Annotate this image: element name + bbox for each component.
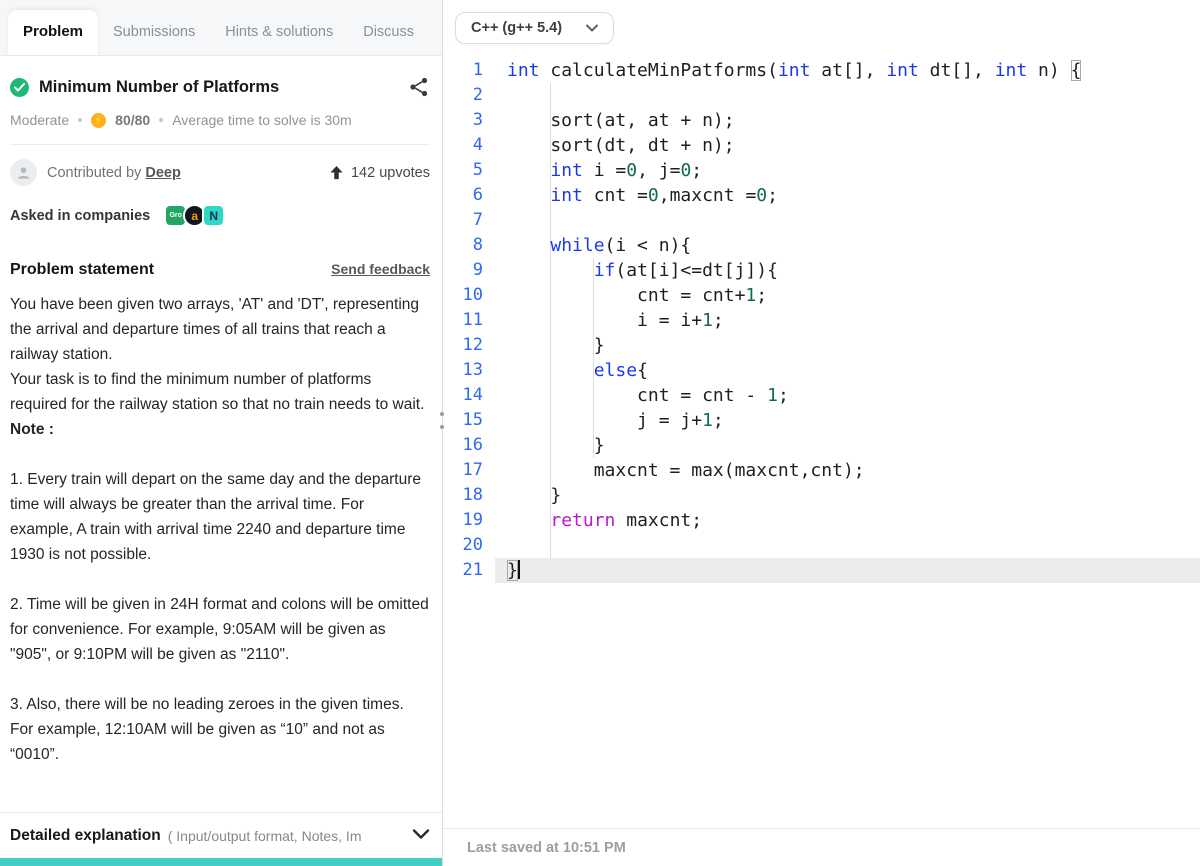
upvote-arrow-icon xyxy=(330,165,343,180)
meta-row: Moderate ⚡ 80/80 Average time to solve i… xyxy=(10,112,430,128)
code-editor[interactable]: 1 int calculateMinPatforms(int at[], int … xyxy=(443,56,1200,828)
difficulty-label: Moderate xyxy=(10,112,70,128)
code-line[interactable]: 7 xyxy=(443,208,1200,233)
statement-paragraph: 3. Also, there will be no leading zeroes… xyxy=(10,696,404,763)
tab-submissions[interactable]: Submissions xyxy=(98,11,210,55)
line-number: 5 xyxy=(472,160,483,180)
contributor-link[interactable]: Deep xyxy=(145,165,180,181)
average-time-label: Average time to solve is 30m xyxy=(172,112,352,128)
tab-bar: Problem Submissions Hints & solutions Discu… xyxy=(0,0,442,56)
code-line[interactable]: 5 int i =0, j=0; xyxy=(443,158,1200,183)
line-number: 17 xyxy=(462,460,483,480)
code-line[interactable]: 6 int cnt =0,maxcnt =0; xyxy=(443,183,1200,208)
avatar xyxy=(10,159,37,186)
horizontal-scrollbar[interactable] xyxy=(0,858,442,866)
line-number: 4 xyxy=(472,135,483,155)
code-line[interactable]: 11 i = i+1; xyxy=(443,308,1200,333)
line-number: 16 xyxy=(462,435,483,455)
score-value: 80/80 xyxy=(115,112,151,128)
upvote-count: 142 upvotes xyxy=(350,164,430,181)
companies-row: Asked in companies Gro a N xyxy=(10,204,430,227)
statement-paragraph: 2. Time will be given in 24H format and … xyxy=(10,596,429,663)
editor-header: C++ (g++ 5.4) xyxy=(443,0,1200,56)
code-line[interactable]: 9 if(at[i]<=dt[j]){ xyxy=(443,258,1200,283)
asked-in-label: Asked in companies xyxy=(10,207,151,224)
detailed-explanation-title: Detailed explanation xyxy=(10,826,161,844)
problem-content: Minimum Number of Platforms Moderate ⚡ 8… xyxy=(0,56,442,866)
code-line[interactable]: 12 } xyxy=(443,333,1200,358)
line-number: 20 xyxy=(462,535,483,555)
problem-panel: Problem Submissions Hints & solutions Discu… xyxy=(0,0,446,866)
line-number: 7 xyxy=(472,210,483,230)
editor-panel: C++ (g++ 5.4) 1 int calculateMinPatforms(… xyxy=(443,0,1200,866)
code-line[interactable]: 13 else{ xyxy=(443,358,1200,383)
statement-paragraph: 1. Every train will depart on the same d… xyxy=(10,471,421,563)
language-selector[interactable]: C++ (g++ 5.4) xyxy=(455,12,615,44)
code-line[interactable]: 1 int calculateMinPatforms(int at[], int … xyxy=(443,58,1200,83)
line-number: 21 xyxy=(462,560,483,580)
tab-discuss[interactable]: Discuss xyxy=(348,11,429,55)
problem-statement-text: You have been given two arrays, 'AT' and… xyxy=(10,292,430,767)
share-icon[interactable] xyxy=(408,76,430,98)
contributor-row: Contributed by Deep 142 upvotes xyxy=(10,145,430,200)
line-number: 10 xyxy=(462,285,483,305)
app: Problem Submissions Hints & solutions Discu… xyxy=(0,0,1200,866)
line-number: 19 xyxy=(462,510,483,530)
code-line[interactable]: 20 xyxy=(443,533,1200,558)
line-number: 3 xyxy=(472,110,483,130)
code-line[interactable]: 8 while(i < n){ xyxy=(443,233,1200,258)
code-line[interactable]: 17 maxcnt = max(maxcnt,cnt); xyxy=(443,458,1200,483)
send-feedback-link[interactable]: Send feedback xyxy=(331,261,430,277)
code-area: 1 int calculateMinPatforms(int at[], int … xyxy=(443,58,1200,583)
statement-paragraph: You have been given two arrays, 'AT' and… xyxy=(10,296,420,363)
tab-hints-solutions[interactable]: Hints & solutions xyxy=(210,11,348,55)
language-label: C++ (g++ 5.4) xyxy=(471,20,563,36)
last-saved-status: Last saved at 10:51 PM xyxy=(467,839,626,856)
contributed-by: Contributed by Deep xyxy=(47,165,329,181)
detailed-explanation-subtitle: ( Input/output format, Notes, Im xyxy=(167,827,362,844)
code-line[interactable]: 21} xyxy=(443,558,1200,583)
chevron-down-icon xyxy=(586,24,599,32)
solved-check-icon xyxy=(10,77,29,97)
code-line[interactable]: 18 } xyxy=(443,483,1200,508)
page-title: Minimum Number of Platforms xyxy=(39,77,280,96)
line-number: 2 xyxy=(472,85,483,105)
code-line[interactable]: 16 } xyxy=(443,433,1200,458)
title-row: Minimum Number of Platforms xyxy=(10,76,430,98)
line-number: 13 xyxy=(462,360,483,380)
line-number: 14 xyxy=(462,385,483,405)
line-number: 6 xyxy=(472,185,483,205)
contributed-by-prefix: Contributed by xyxy=(47,164,142,181)
statement-heading: Problem statement xyxy=(10,261,155,278)
code-line[interactable]: 4 sort(dt, dt + n); xyxy=(443,133,1200,158)
score-coin-icon: ⚡ xyxy=(91,112,107,128)
company-logos: Gro a N xyxy=(164,204,226,227)
separator-dot xyxy=(159,118,164,122)
code-line[interactable]: 15 j = j+1; xyxy=(443,408,1200,433)
code-line[interactable]: 3 sort(at, at + n); xyxy=(443,108,1200,133)
statement-paragraph: Your task is to find the minimum number … xyxy=(10,371,425,413)
statement-paragraph: Note : xyxy=(10,421,54,438)
chevron-down-icon[interactable] xyxy=(412,827,430,845)
code-line[interactable]: 2 xyxy=(443,83,1200,108)
line-number: 1 xyxy=(472,60,483,80)
company-logo: N xyxy=(202,204,226,227)
text-cursor xyxy=(517,560,520,579)
line-number: 11 xyxy=(462,310,483,330)
editor-footer: Last saved at 10:51 PM xyxy=(443,828,1200,866)
tab-problem[interactable]: Problem xyxy=(8,10,99,55)
line-number: 8 xyxy=(472,235,483,255)
statement-header: Problem statement Send feedback xyxy=(10,261,430,279)
detailed-explanation-bar[interactable]: Detailed explanation ( Input/output form… xyxy=(0,812,442,858)
line-number: 15 xyxy=(462,410,483,430)
line-number: 12 xyxy=(462,335,483,355)
upvotes[interactable]: 142 upvotes xyxy=(329,165,430,181)
code-line[interactable]: 14 cnt = cnt - 1; xyxy=(443,383,1200,408)
panel-resize-handle[interactable] xyxy=(438,412,446,429)
code-line[interactable]: 10 cnt = cnt+1; xyxy=(443,283,1200,308)
line-number: 9 xyxy=(472,260,483,280)
code-line[interactable]: 19 return maxcnt; xyxy=(443,508,1200,533)
separator-dot xyxy=(78,118,83,122)
line-number: 18 xyxy=(462,485,483,505)
